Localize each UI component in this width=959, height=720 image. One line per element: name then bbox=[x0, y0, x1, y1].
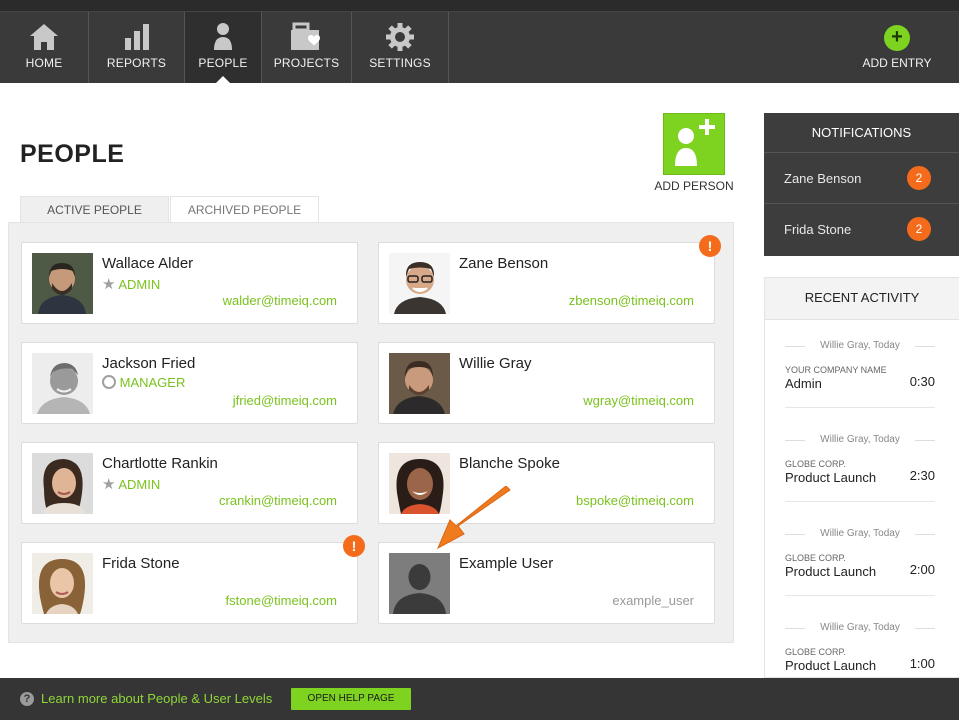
active-nav-caret bbox=[215, 76, 231, 84]
nav-people[interactable]: PEOPLE bbox=[185, 12, 262, 84]
activity-user: Willie Gray, Today bbox=[785, 434, 935, 445]
help-footer: ? Learn more about People & User Levels … bbox=[0, 678, 959, 720]
open-help-page-button[interactable]: OPEN HELP PAGE bbox=[291, 688, 411, 710]
person-card[interactable]: Wallace Alder ★ ADMIN walder@timeiq.com bbox=[21, 242, 358, 324]
notifications-panel: NOTIFICATIONS Zane Benson 2 Frida Stone … bbox=[764, 113, 959, 256]
notification-name: Frida Stone bbox=[784, 222, 852, 237]
briefcase-heart-icon bbox=[290, 22, 320, 50]
person-email: walder@timeiq.com bbox=[222, 293, 337, 308]
person-role: ★ ADMIN bbox=[102, 475, 160, 493]
notification-item[interactable]: Frida Stone 2 bbox=[764, 204, 959, 255]
person-silhouette-icon bbox=[389, 553, 450, 614]
alert-badge[interactable]: ! bbox=[343, 535, 365, 557]
page-title: PEOPLE bbox=[20, 140, 125, 168]
person-name: Frida Stone bbox=[102, 555, 180, 572]
person-email: crankin@timeiq.com bbox=[219, 493, 337, 508]
divider bbox=[785, 501, 935, 502]
top-strip bbox=[0, 0, 959, 12]
tab-active-people[interactable]: ACTIVE PEOPLE bbox=[20, 196, 169, 222]
activity-item[interactable]: Willie Gray, Today GLOBE CORP. Product L… bbox=[785, 528, 935, 596]
person-icon bbox=[214, 23, 232, 50]
nav-people-label: PEOPLE bbox=[198, 56, 248, 70]
add-entry-button[interactable]: + ADD ENTRY bbox=[857, 12, 937, 83]
nav-reports-label: REPORTS bbox=[106, 56, 167, 70]
help-icon: ? bbox=[20, 692, 34, 706]
plus-icon: + bbox=[884, 25, 910, 51]
person-email: jfried@timeiq.com bbox=[232, 393, 337, 408]
add-entry-label: ADD ENTRY bbox=[862, 56, 932, 70]
notification-count: 2 bbox=[907, 166, 931, 190]
person-card[interactable]: Frida Stone fstone@timeiq.com bbox=[21, 542, 358, 624]
divider bbox=[785, 595, 935, 596]
activity-time: 0:30 bbox=[909, 374, 935, 389]
avatar bbox=[32, 353, 93, 414]
person-name: Wallace Alder bbox=[102, 255, 194, 272]
tab-archived-people[interactable]: ARCHIVED PEOPLE bbox=[170, 196, 319, 222]
bar-chart-icon bbox=[124, 24, 149, 50]
person-email: wgray@timeiq.com bbox=[583, 393, 694, 408]
nav-projects[interactable]: PROJECTS bbox=[262, 12, 352, 83]
person-role: MANAGER bbox=[102, 375, 185, 390]
avatar bbox=[32, 553, 93, 614]
people-panel: Wallace Alder ★ ADMIN walder@timeiq.com … bbox=[8, 222, 734, 643]
gear-icon bbox=[386, 23, 414, 51]
nav-home-label: HOME bbox=[25, 56, 63, 70]
activity-item[interactable]: Willie Gray, Today GLOBE CORP. Product L… bbox=[785, 622, 935, 673]
star-icon: ★ bbox=[102, 476, 116, 493]
recent-activity-title: RECENT ACTIVITY bbox=[765, 278, 959, 320]
divider bbox=[785, 407, 935, 408]
add-person-icon bbox=[663, 113, 725, 175]
activity-user: Willie Gray, Today bbox=[785, 528, 935, 539]
person-email: fstone@timeiq.com bbox=[225, 593, 337, 608]
person-name: Zane Benson bbox=[459, 255, 549, 272]
avatar bbox=[32, 253, 93, 314]
person-name: Jackson Fried bbox=[102, 355, 196, 372]
avatar bbox=[389, 253, 450, 314]
person-username: example_user bbox=[612, 593, 694, 608]
role-label: ADMIN bbox=[118, 277, 161, 292]
star-icon: ★ bbox=[102, 276, 116, 293]
nav-settings-label: SETTINGS bbox=[369, 56, 431, 70]
person-name: Willie Gray bbox=[459, 355, 532, 372]
activity-item[interactable]: Willie Gray, Today YOUR COMPANY NAME Adm… bbox=[785, 340, 935, 408]
notification-count: 2 bbox=[907, 217, 931, 241]
avatar bbox=[32, 453, 93, 514]
activity-user: Willie Gray, Today bbox=[785, 622, 935, 633]
person-name: Blanche Spoke bbox=[459, 455, 560, 472]
person-email: bspoke@timeiq.com bbox=[576, 493, 694, 508]
nav-settings[interactable]: SETTINGS bbox=[352, 12, 449, 83]
person-card[interactable]: Zane Benson zbenson@timeiq.com bbox=[378, 242, 715, 324]
activity-time: 1:00 bbox=[909, 656, 935, 671]
add-person-button[interactable]: ADD PERSON bbox=[652, 113, 736, 193]
avatar bbox=[389, 353, 450, 414]
activity-user: Willie Gray, Today bbox=[785, 340, 935, 351]
nav-reports[interactable]: REPORTS bbox=[89, 12, 185, 83]
role-label: ADMIN bbox=[118, 477, 161, 492]
activity-item[interactable]: Willie Gray, Today GLOBE CORP. Product L… bbox=[785, 434, 935, 502]
person-card[interactable]: Chartlotte Rankin ★ ADMIN crankin@timeiq… bbox=[21, 442, 358, 524]
main-navbar: HOME REPORTS PEOPLE PROJECTS SETTINGS + … bbox=[0, 12, 959, 84]
role-label: MANAGER bbox=[119, 375, 186, 390]
pointer-arrow-icon bbox=[436, 486, 511, 550]
activity-time: 2:00 bbox=[909, 562, 935, 577]
add-person-label: ADD PERSON bbox=[654, 179, 734, 193]
person-role: ★ ADMIN bbox=[102, 275, 160, 293]
person-card[interactable]: Willie Gray wgray@timeiq.com bbox=[378, 342, 715, 424]
activity-time: 2:30 bbox=[909, 468, 935, 483]
circle-icon bbox=[102, 375, 116, 389]
notification-name: Zane Benson bbox=[784, 171, 862, 186]
home-icon bbox=[30, 24, 58, 50]
recent-activity-panel: RECENT ACTIVITY Willie Gray, Today YOUR … bbox=[764, 277, 959, 678]
notification-item[interactable]: Zane Benson 2 bbox=[764, 153, 959, 204]
notifications-title: NOTIFICATIONS bbox=[764, 113, 959, 153]
nav-projects-label: PROJECTS bbox=[273, 56, 340, 70]
person-name: Chartlotte Rankin bbox=[102, 455, 218, 472]
alert-badge[interactable]: ! bbox=[699, 235, 721, 257]
help-link[interactable]: Learn more about People & User Levels bbox=[41, 691, 272, 706]
person-name: Example User bbox=[459, 555, 554, 572]
nav-home[interactable]: HOME bbox=[0, 12, 89, 83]
person-email: zbenson@timeiq.com bbox=[568, 293, 694, 308]
default-avatar bbox=[389, 553, 450, 614]
person-card[interactable]: Jackson Fried MANAGER jfried@timeiq.com bbox=[21, 342, 358, 424]
